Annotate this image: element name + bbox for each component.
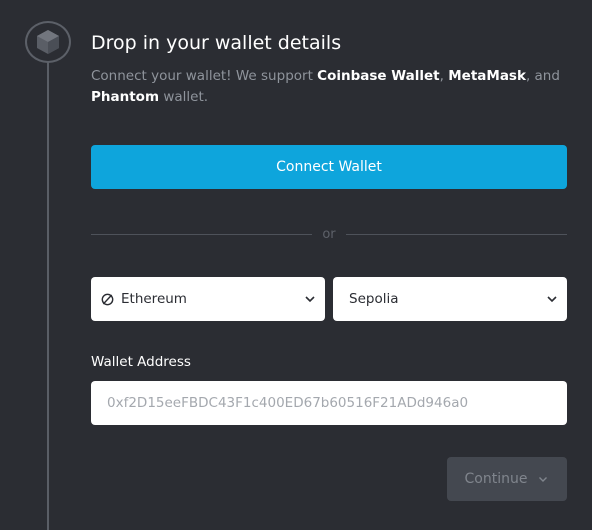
step-connector-line [47,60,49,530]
continue-label: Continue [464,471,528,487]
network-select-value: Sepolia [349,291,399,307]
continue-button[interactable]: Continue [447,457,567,501]
phantom-wallet-name: Phantom [91,88,160,105]
divider-label: or [322,226,336,242]
metamask-wallet-name: MetaMask [448,68,526,84]
chain-select[interactable]: Ethereum [91,277,325,321]
connect-wallet-button[interactable]: Connect Wallet [91,145,567,189]
ethereum-icon [101,293,114,306]
subtitle-suffix: wallet. [159,88,209,105]
page-subtitle: Connect your wallet! We support Coinbase… [91,66,567,107]
chevron-down-icon [545,292,559,306]
coinbase-wallet-name: Coinbase Wallet [317,68,440,84]
chevron-down-icon [537,473,549,485]
or-divider: or [91,224,567,244]
network-select[interactable]: Sepolia [333,277,567,321]
step-indicator [25,21,71,63]
subtitle-separator-2: , and [525,68,560,84]
divider-rule-right [345,233,567,235]
subtitle-separator-1: , [439,68,449,84]
connect-wallet-label: Connect Wallet [276,159,382,175]
chevron-down-icon [303,292,317,306]
cube-icon [37,30,59,54]
page-title: Drop in your wallet details [91,32,342,54]
wallet-address-label: Wallet Address [91,354,191,370]
chain-select-value: Ethereum [121,291,187,307]
wallet-address-input[interactable] [91,381,567,425]
divider-rule-left [91,233,313,235]
subtitle-prefix: Connect your wallet! We support [91,68,318,84]
